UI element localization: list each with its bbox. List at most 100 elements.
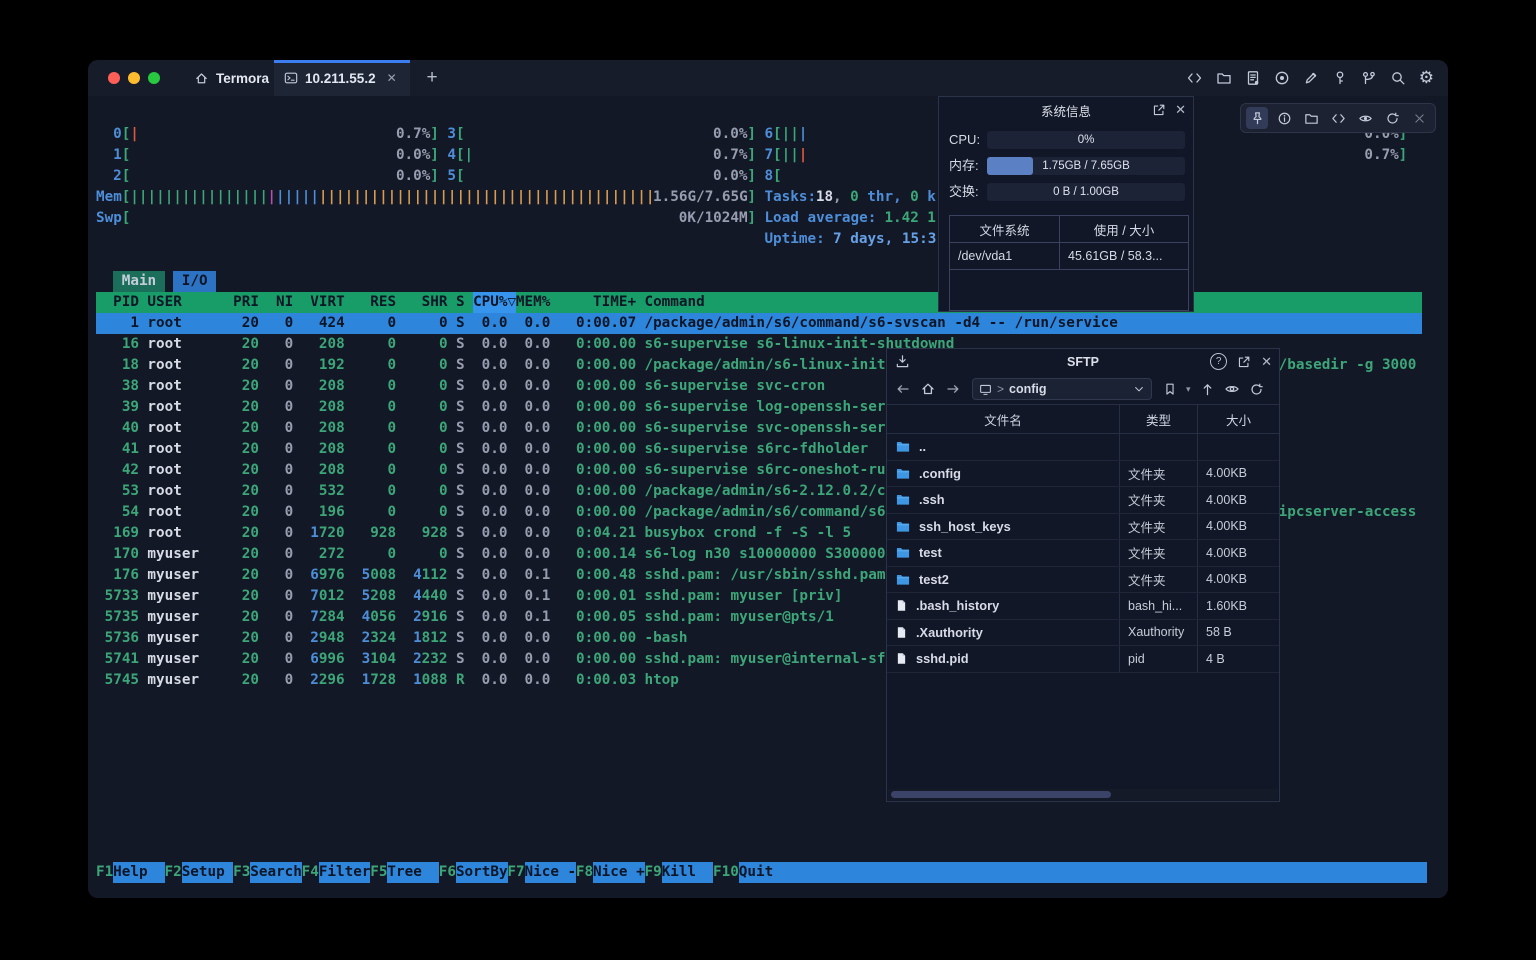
edit-pencil-icon[interactable] <box>1303 70 1319 86</box>
refresh-icon[interactable] <box>1249 382 1264 397</box>
fs-device: /dev/vda1 <box>950 243 1060 269</box>
folder-icon[interactable] <box>1216 70 1232 86</box>
titlebar-toolbar: ⚙ <box>1186 60 1434 96</box>
maximize-window-button[interactable] <box>148 72 160 84</box>
folder-icon <box>895 439 911 454</box>
file-name: .bash_history <box>916 598 999 613</box>
bookmark-icon[interactable] <box>1163 382 1177 396</box>
fkey-label-quit[interactable]: Quit <box>739 862 1428 883</box>
refresh-icon[interactable] <box>1381 107 1403 129</box>
settings-gear-icon[interactable]: ⚙ <box>1419 70 1434 86</box>
fs-table-row[interactable]: /dev/vda1 45.61GB / 58.3... <box>950 243 1188 270</box>
fkey-label-search[interactable]: Search <box>250 862 302 883</box>
folder-icon[interactable] <box>1300 107 1322 129</box>
home-icon[interactable] <box>920 381 936 397</box>
process-row-pid-1[interactable]: 1root 20 0 424 0 0S 0.0 0.0 0:00.07/pack… <box>96 313 1422 334</box>
fkey-bar: F1Help F2Setup F3SearchF4FilterF5Tree F6… <box>88 862 1448 883</box>
fs-usage-col-header: 使用 / 大小 <box>1060 216 1188 242</box>
up-directory-icon[interactable] <box>1200 382 1215 397</box>
file-icon <box>895 598 908 613</box>
file-row-..[interactable]: .. <box>887 434 1279 461</box>
tab-session[interactable]: 10.211.55.2 ✕ <box>274 60 410 96</box>
file-name: .Xauthority <box>916 625 983 640</box>
cpu-usage-value: 0% <box>987 131 1185 149</box>
search-icon[interactable] <box>1390 70 1406 86</box>
file-size: 4.00KB <box>1197 461 1279 487</box>
fkey-label-nice-[interactable]: Nice + <box>593 862 645 883</box>
help-icon[interactable]: ? <box>1210 353 1227 370</box>
file-row-test2[interactable]: test2文件夹4.00KB <box>887 567 1279 594</box>
code-icon[interactable] <box>1186 70 1203 86</box>
htop-tabs: Main I/O <box>88 271 1448 292</box>
keychain-icon[interactable] <box>1361 70 1377 86</box>
file-row-.bash_history[interactable]: .bash_history bash_hi...1.60KB <box>887 593 1279 620</box>
file-type: 文件夹 <box>1119 514 1197 540</box>
file-size: 4 B <box>1197 646 1279 672</box>
fkey-label-tree[interactable]: Tree <box>387 862 439 883</box>
fkey-F1: F1 <box>96 862 113 883</box>
file-type: 文件夹 <box>1119 567 1197 593</box>
pin-icon[interactable] <box>1246 107 1268 129</box>
fkey-label-filter[interactable]: Filter <box>319 862 371 883</box>
file-row-ssh_host_keys[interactable]: ssh_host_keys文件夹4.00KB <box>887 514 1279 541</box>
file-row-test[interactable]: test文件夹4.00KB <box>887 540 1279 567</box>
system-info-panel: 系统信息 ✕ CPU: 0% 内存: 1.75GB / 7.65GB 交换: 0… <box>938 96 1194 312</box>
file-name: .. <box>919 439 926 454</box>
folder-icon <box>895 492 911 507</box>
file-size: 1.60KB <box>1197 593 1279 619</box>
file-row-.ssh[interactable]: .ssh文件夹4.00KB <box>887 487 1279 514</box>
col-size[interactable]: 大小 <box>1197 405 1279 433</box>
fkey-F4: F4 <box>302 862 319 883</box>
file-row-.config[interactable]: .config文件夹4.00KB <box>887 461 1279 488</box>
col-filename[interactable]: 文件名 <box>887 405 1119 433</box>
file-type: bash_hi... <box>1119 593 1197 619</box>
file-type <box>1119 434 1197 460</box>
close-window-button[interactable] <box>108 72 120 84</box>
close-panel-icon[interactable]: ✕ <box>1175 102 1186 118</box>
folder-icon <box>895 572 911 587</box>
close-toolbar-icon[interactable] <box>1408 107 1430 129</box>
col-type[interactable]: 类型 <box>1119 405 1197 433</box>
fkey-label-kill[interactable]: Kill <box>662 862 714 883</box>
horizontal-scrollbar[interactable] <box>888 789 1278 800</box>
fkey-label-help[interactable]: Help <box>113 862 165 883</box>
fkey-F6: F6 <box>439 862 456 883</box>
key-icon[interactable] <box>1332 70 1348 86</box>
file-name: test2 <box>919 572 949 587</box>
file-size: 58 B <box>1197 620 1279 646</box>
tab-home[interactable]: Termora <box>180 60 283 96</box>
cpu-label: CPU: <box>949 131 980 149</box>
file-row-.Xauthority[interactable]: .XauthorityXauthority58 B <box>887 620 1279 647</box>
fkey-label-nice-[interactable]: Nice - <box>525 862 577 883</box>
code-icon[interactable] <box>1327 107 1349 129</box>
open-in-window-icon[interactable] <box>1152 103 1166 117</box>
current-directory: config <box>1009 382 1047 396</box>
show-hidden-eye-icon[interactable] <box>1224 381 1240 397</box>
record-icon[interactable] <box>1274 70 1290 86</box>
chevron-down-icon[interactable] <box>1133 383 1145 395</box>
new-tab-button[interactable]: + <box>420 60 444 96</box>
file-row-sshd.pid[interactable]: sshd.pidpid4 B <box>887 646 1279 673</box>
close-tab-icon[interactable]: ✕ <box>387 71 397 85</box>
log-document-icon[interactable] <box>1245 70 1261 86</box>
fs-col-header: 文件系统 <box>950 216 1060 242</box>
fkey-label-setup[interactable]: Setup <box>182 862 234 883</box>
minimize-window-button[interactable] <box>128 72 140 84</box>
memory-usage-bar: 1.75GB / 7.65GB <box>987 157 1185 175</box>
path-breadcrumb[interactable]: > config <box>972 378 1152 400</box>
file-size: 4.00KB <box>1197 487 1279 513</box>
scrollbar-thumb[interactable] <box>891 791 1111 798</box>
open-in-window-icon[interactable] <box>1237 355 1251 369</box>
bookmark-dropdown-caret[interactable]: ▾ <box>1186 384 1191 395</box>
fkey-F10: F10 <box>713 862 739 883</box>
info-icon[interactable] <box>1273 107 1295 129</box>
close-panel-icon[interactable]: ✕ <box>1261 354 1272 370</box>
file-list: .. .config文件夹4.00KB.ssh文件夹4.00KBssh_host_… <box>887 434 1279 673</box>
forward-icon[interactable] <box>945 381 961 397</box>
home-icon <box>194 71 209 86</box>
uptime-line: Uptime:7 days, 15:3 <box>88 229 1448 250</box>
host-monitor-icon <box>979 383 992 396</box>
back-icon[interactable] <box>895 381 911 397</box>
gpu-monitor-icon[interactable] <box>1354 107 1376 129</box>
fkey-label-sortby[interactable]: SortBy <box>456 862 508 883</box>
